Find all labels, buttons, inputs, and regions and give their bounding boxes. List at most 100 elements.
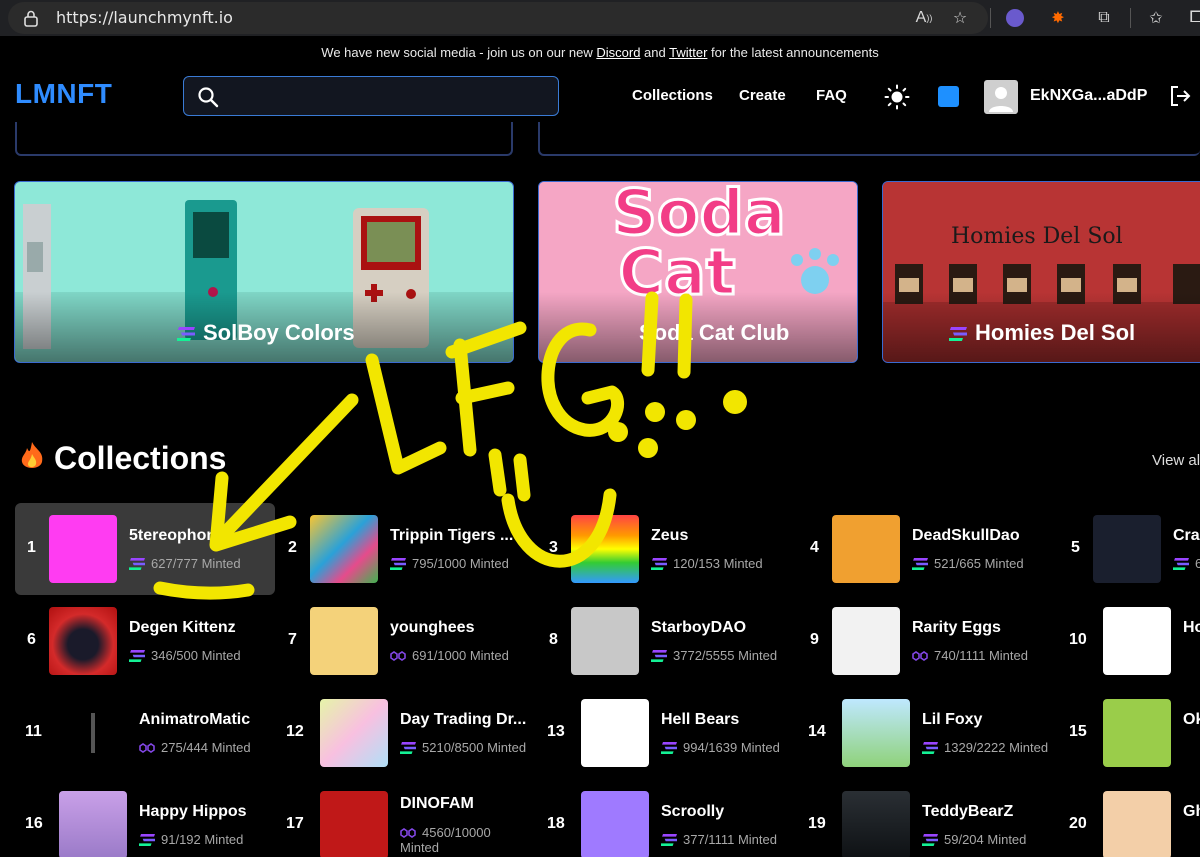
extension-puzzle-icon[interactable]: ⧉ [1092, 6, 1116, 30]
collection-thumbnail[interactable] [571, 515, 639, 583]
theme-toggle-sun-icon[interactable] [884, 84, 910, 110]
collection-item[interactable]: 5 Cras 6 [1059, 503, 1200, 595]
collection-thumbnail[interactable] [842, 699, 910, 767]
collection-name[interactable]: Lil Foxy [922, 711, 982, 729]
collection-name[interactable]: younghees [390, 619, 474, 637]
collection-name[interactable]: AnimatroMatic [139, 711, 250, 729]
collection-thumbnail[interactable] [1103, 607, 1171, 675]
collection-name[interactable]: Ok [1183, 711, 1200, 729]
nav-create[interactable]: Create [739, 87, 786, 104]
collection-item[interactable]: 2 Trippin Tigers ... 795/1000 Minted [276, 503, 536, 595]
collections-icon[interactable]: ⧠ [1184, 6, 1200, 30]
collection-thumbnail[interactable] [581, 699, 649, 767]
collection-minted: 627/777 Minted [126, 556, 241, 571]
solana-icon [648, 558, 670, 570]
collection-name[interactable]: DINOFAM [400, 795, 474, 813]
collection-item[interactable]: 13 Hell Bears 994/1639 Minted [537, 687, 797, 779]
logout-icon[interactable] [1168, 84, 1192, 108]
wallet-address[interactable]: EkNXGa...aDdP [1030, 87, 1147, 105]
collection-thumbnail[interactable] [320, 699, 388, 767]
collection-name[interactable]: DeadSkullDao [912, 527, 1020, 545]
collection-name[interactable]: Degen Kittenz [129, 619, 236, 637]
read-aloud-icon[interactable]: A)) [912, 6, 936, 30]
collection-item[interactable]: 3 Zeus 120/153 Minted [537, 503, 797, 595]
extension-spark-icon[interactable]: ✸ [1046, 6, 1070, 30]
nav-collections[interactable]: Collections [632, 87, 713, 104]
favorite-add-icon[interactable]: ☆ [948, 6, 972, 30]
collection-name[interactable]: Day Trading Dr... [400, 711, 526, 729]
discord-link[interactable]: Discord [596, 45, 640, 60]
search-icon [198, 87, 219, 108]
collection-thumbnail[interactable] [1103, 699, 1171, 767]
collection-name[interactable]: Cras [1173, 527, 1200, 545]
collection-thumbnail[interactable] [832, 607, 900, 675]
collection-item[interactable]: 19 TeddyBearZ 59/204 Minted [798, 779, 1058, 857]
solana-icon [648, 650, 670, 662]
collection-thumbnail[interactable] [1103, 791, 1171, 857]
toolbar-separator [990, 8, 991, 28]
lock-icon[interactable] [22, 9, 40, 27]
collection-thumbnail[interactable] [571, 607, 639, 675]
collection-thumbnail[interactable] [310, 607, 378, 675]
site-logo[interactable]: LMNFT [15, 78, 112, 110]
featured-card-homies[interactable]: Homies Del Sol Homies Del Sol [882, 181, 1200, 363]
collection-item[interactable]: 17 DINOFAM 4560/10000 Minted [276, 779, 536, 857]
collection-rank: 13 [547, 723, 565, 740]
collection-name[interactable]: Scroolly [661, 803, 724, 821]
collection-item[interactable]: 1 5tereophonix ... 627/777 Minted [15, 503, 275, 595]
view-all-link[interactable]: View all [1152, 452, 1200, 469]
collection-item[interactable]: 10 Ho [1059, 595, 1200, 687]
network-indicator[interactable] [938, 86, 959, 107]
collection-rank: 5 [1071, 539, 1080, 556]
polygon-icon [912, 651, 928, 661]
collection-item[interactable]: 6 Degen Kittenz 346/500 Minted [15, 595, 275, 687]
twitter-link[interactable]: Twitter [669, 45, 707, 60]
featured-card-solboy[interactable]: SolBoy Colors [14, 181, 514, 363]
collection-item[interactable]: 11 AnimatroMatic 275/444 Minted [15, 687, 275, 779]
collection-rank: 14 [808, 723, 826, 740]
collection-item[interactable]: 20 Gh [1059, 779, 1200, 857]
collection-rank: 15 [1069, 723, 1087, 740]
collection-thumbnail[interactable] [49, 607, 117, 675]
collection-item[interactable]: 7 younghees 691/1000 Minted [276, 595, 536, 687]
collection-item[interactable]: 14 Lil Foxy 1329/2222 Minted [798, 687, 1058, 779]
collection-item[interactable]: 8 StarboyDAO 3772/5555 Minted [537, 595, 797, 687]
collection-name[interactable]: StarboyDAO [651, 619, 746, 637]
collection-name[interactable]: Happy Hippos [139, 803, 247, 821]
collection-name[interactable]: Rarity Eggs [912, 619, 1001, 637]
collection-name[interactable]: Zeus [651, 527, 688, 545]
collection-thumbnail[interactable] [581, 791, 649, 857]
collection-name[interactable]: 5tereophonix ... [129, 527, 247, 545]
collection-thumbnail[interactable] [49, 515, 117, 583]
announcement-banner: We have new social media - join us on ou… [0, 36, 1200, 70]
collection-thumbnail[interactable] [842, 791, 910, 857]
avatar[interactable] [984, 80, 1018, 114]
collection-thumbnail[interactable] [320, 791, 388, 857]
collection-name[interactable]: Trippin Tigers ... [390, 527, 513, 545]
collection-minted: 377/1111 Minted [658, 832, 777, 847]
nav-faq[interactable]: FAQ [816, 87, 847, 104]
collection-rank: 4 [810, 539, 819, 556]
collection-thumbnail[interactable] [832, 515, 900, 583]
search-input[interactable] [183, 76, 559, 116]
collection-item[interactable]: 16 Happy Hippos 91/192 Minted [15, 779, 275, 857]
collection-thumbnail[interactable] [59, 791, 127, 857]
favorites-icon[interactable]: ✩ [1144, 6, 1168, 30]
url-text[interactable]: https://launchmynft.io [56, 8, 233, 27]
collection-thumbnail[interactable] [310, 515, 378, 583]
collection-thumbnail[interactable] [59, 699, 127, 767]
collection-item[interactable]: 18 Scroolly 377/1111 Minted [537, 779, 797, 857]
collection-minted: 346/500 Minted [126, 648, 241, 663]
featured-card-sodacat[interactable]: Soda Cat Soda Cat Club [538, 181, 858, 363]
collection-item[interactable]: 12 Day Trading Dr... 5210/8500 Minted [276, 687, 536, 779]
collection-name[interactable]: Ho [1183, 619, 1200, 637]
collection-name[interactable]: Hell Bears [661, 711, 739, 729]
collection-item[interactable]: 9 Rarity Eggs 740/1111 Minted [798, 595, 1058, 687]
collection-name[interactable]: TeddyBearZ [922, 803, 1013, 821]
collection-item[interactable]: 4 DeadSkullDao 521/665 Minted [798, 503, 1058, 595]
solana-icon [126, 650, 148, 662]
collection-thumbnail[interactable] [1093, 515, 1161, 583]
collection-item[interactable]: 15 Ok [1059, 687, 1200, 779]
collection-name[interactable]: Gh [1183, 803, 1200, 821]
extension-ghost-icon[interactable] [1003, 6, 1027, 30]
